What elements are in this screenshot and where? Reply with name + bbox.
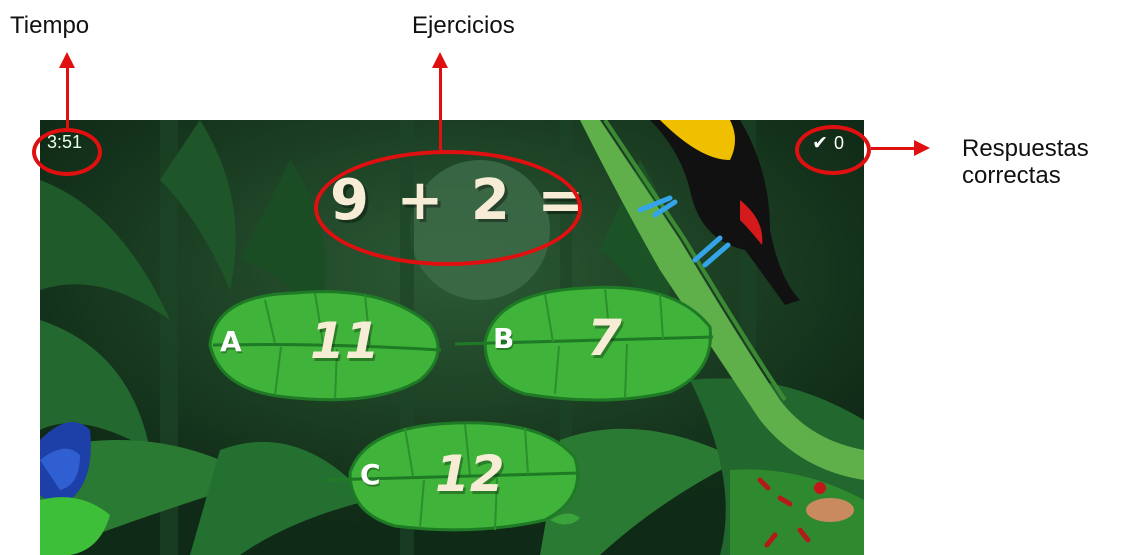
respuestas-arrow-line [871,147,916,150]
annotation-respuestas-line1: Respuestas [962,135,1089,162]
tiempo-arrow-head [59,52,75,68]
exercise-highlight-ring [314,150,582,266]
answer-option-c[interactable]: C 12 [325,418,585,536]
annotation-respuestas-label: Respuestas correctas [962,135,1132,189]
annotation-respuestas-line2: correctas [962,162,1061,189]
timer-highlight-ring [32,128,102,176]
option-b-letter: B [493,322,515,355]
respuestas-arrow-head [914,140,930,156]
option-c-value: 12 [435,445,505,503]
option-a-letter: A [220,325,242,358]
ejercicios-arrow-line [439,66,442,152]
tiempo-arrow-line [66,66,69,130]
option-b-value: 7 [587,309,622,367]
option-c-letter: C [360,458,381,491]
answer-option-a[interactable]: A 11 [205,285,445,405]
annotation-tiempo-label: Tiempo [10,12,90,39]
score-highlight-ring [795,125,871,175]
ejercicios-arrow-head [432,52,448,68]
answer-option-b[interactable]: B 7 [455,282,720,407]
option-a-value: 11 [310,312,380,370]
annotation-ejercicios-label: Ejercicios [412,12,515,39]
